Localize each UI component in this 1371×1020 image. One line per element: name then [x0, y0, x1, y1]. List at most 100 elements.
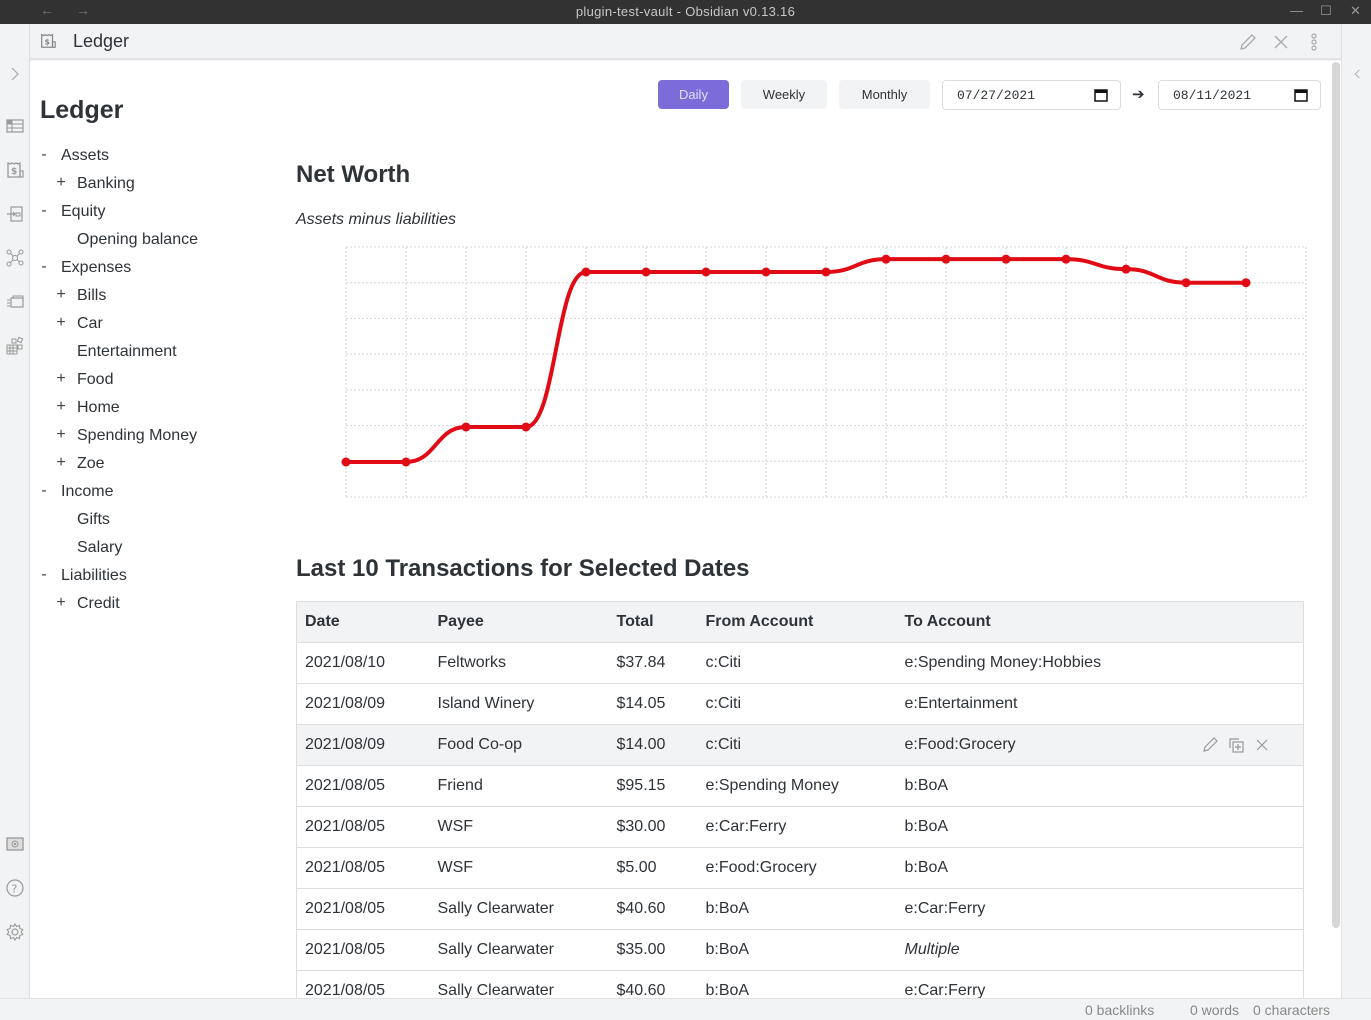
data-point[interactable] — [1061, 254, 1071, 264]
column-header-total[interactable]: Total — [608, 601, 698, 643]
expand-icon[interactable]: + — [55, 398, 67, 416]
table-icon[interactable] — [5, 116, 25, 136]
account-label: Spending Money — [77, 427, 198, 444]
cell-date: 2021/08/05 — [296, 970, 430, 998]
column-header-payee[interactable]: Payee — [429, 601, 609, 643]
cards-icon[interactable] — [5, 292, 25, 312]
collapse-icon[interactable]: - — [38, 258, 50, 276]
daily-button[interactable]: Daily — [658, 80, 729, 109]
table-row[interactable]: 2021/08/05 WSF $5.00 e:Food:Grocery b:BoA — [296, 847, 1304, 889]
account-tree-item[interactable]: + Car — [30, 311, 290, 339]
account-label: Banking — [77, 175, 135, 192]
expand-icon[interactable]: + — [55, 370, 67, 388]
collapse-icon[interactable]: - — [38, 482, 50, 500]
account-tree-item[interactable]: Salary — [30, 535, 290, 563]
expand-icon[interactable]: + — [55, 174, 67, 192]
column-header-from-account[interactable]: From Account — [697, 601, 897, 643]
account-tree-item[interactable]: + Home — [30, 395, 290, 423]
duplicate-icon[interactable] — [1227, 736, 1245, 754]
expand-icon[interactable]: + — [55, 286, 67, 304]
column-header-date[interactable]: Date — [296, 601, 430, 643]
data-point[interactable] — [761, 267, 771, 277]
account-tree-item[interactable]: + Zoe — [30, 451, 290, 479]
edit-icon[interactable] — [1201, 736, 1219, 754]
cell-to-account: e:Car:Ferry — [896, 888, 1304, 930]
close-icon[interactable] — [1271, 32, 1291, 52]
data-point[interactable] — [581, 267, 591, 277]
expand-icon[interactable]: + — [55, 454, 67, 472]
collapse-icon[interactable]: - — [38, 566, 50, 584]
table-row[interactable]: 2021/08/05 WSF $30.00 e:Car:Ferry b:BoA — [296, 806, 1304, 848]
collapse-icon[interactable]: - — [38, 202, 50, 220]
backlinks-count[interactable]: 0 backlinks — [1085, 1002, 1154, 1018]
cell-from-account: e:Spending Money — [697, 765, 897, 807]
account-tree-item[interactable]: + Banking — [30, 171, 290, 199]
account-tree-item[interactable]: Entertainment — [30, 339, 290, 367]
data-point[interactable] — [521, 422, 531, 432]
account-tree-item[interactable]: Opening balance — [30, 227, 290, 255]
content-scrollbar[interactable] — [1332, 62, 1340, 928]
table-row[interactable]: 2021/08/10 Feltworks $37.84 c:Citi e:Spendin… — [296, 642, 1304, 684]
minimize-icon[interactable]: — — [1290, 3, 1303, 18]
monthly-button[interactable]: Monthly — [839, 80, 930, 109]
data-point[interactable] — [401, 457, 411, 467]
graph-icon[interactable] — [5, 248, 25, 268]
calendar-icon[interactable] — [1294, 88, 1308, 102]
more-options-icon[interactable] — [1304, 32, 1324, 52]
calendar-icon[interactable] — [1094, 88, 1108, 102]
cell-date: 2021/08/05 — [296, 888, 430, 930]
data-point[interactable] — [1121, 264, 1131, 274]
data-point[interactable] — [1001, 254, 1011, 264]
table-row[interactable]: 2021/08/09 Food Co-op $14.00 c:Citi e:Food:G… — [296, 724, 1304, 766]
cell-to-account: e:Entertainment — [896, 683, 1304, 725]
expand-icon[interactable]: + — [55, 314, 67, 332]
collapse-icon[interactable]: - — [38, 146, 50, 164]
account-tree-item[interactable]: + Food — [30, 367, 290, 395]
weekly-button[interactable]: Weekly — [741, 80, 827, 109]
data-point[interactable] — [341, 457, 351, 467]
account-tree-item[interactable]: Gifts — [30, 507, 290, 535]
cell-from-account: b:BoA — [697, 970, 897, 998]
data-point[interactable] — [881, 254, 891, 264]
account-tree-item[interactable]: - Assets — [30, 143, 290, 171]
window-title: plugin-test-vault - Obsidian v0.13.16 — [575, 4, 796, 19]
expand-icon[interactable]: + — [55, 594, 67, 612]
data-point[interactable] — [701, 267, 711, 277]
blocks-icon[interactable] — [5, 336, 25, 356]
account-tree-item[interactable]: - Expenses — [30, 255, 290, 283]
expand-sidebar-icon[interactable] — [5, 64, 25, 84]
data-point[interactable] — [821, 267, 831, 277]
table-row[interactable]: 2021/08/09 Island Winery $14.05 c:Citi e:Ent… — [296, 683, 1304, 725]
expand-icon[interactable]: + — [55, 426, 67, 444]
window-close-icon[interactable]: ✕ — [1350, 3, 1361, 19]
account-tree-item[interactable]: - Equity — [30, 199, 290, 227]
table-row[interactable]: 2021/08/05 Sally Clearwater $40.60 b:BoA e:C… — [296, 888, 1304, 930]
settings-icon[interactable] — [5, 922, 25, 942]
edit-icon[interactable] — [1238, 32, 1258, 52]
account-tree-item[interactable]: + Credit — [30, 591, 290, 619]
import-icon[interactable] — [5, 204, 25, 224]
column-header-to-account[interactable]: To Account — [896, 601, 1304, 643]
end-date-input[interactable]: 08/11/2021 — [1158, 80, 1321, 110]
account-tree-item[interactable]: + Bills — [30, 283, 290, 311]
table-row[interactable]: 2021/08/05 Friend $95.15 e:Spending Money b:… — [296, 765, 1304, 807]
ledger-receipt-icon[interactable]: $ — [5, 160, 25, 180]
table-row[interactable]: 2021/08/05 Sally Clearwater $35.00 b:BoA Mul… — [296, 929, 1304, 971]
data-point[interactable] — [641, 267, 651, 277]
cell-to-account: b:BoA — [896, 847, 1304, 889]
table-row[interactable]: 2021/08/05 Sally Clearwater $40.60 b:BoA e:C… — [296, 970, 1304, 998]
account-tree-item[interactable]: - Liabilities — [30, 563, 290, 591]
account-tree-item[interactable]: + Spending Money — [30, 423, 290, 451]
expand-right-sidebar-icon[interactable] — [1351, 64, 1365, 89]
delete-icon[interactable] — [1253, 736, 1271, 754]
help-icon[interactable]: ? — [5, 878, 25, 898]
data-point[interactable] — [1241, 278, 1251, 288]
vault-icon[interactable] — [5, 834, 25, 854]
account-tree-item[interactable]: - Income — [30, 479, 290, 507]
transactions-heading: Last 10 Transactions for Selected Dates — [296, 555, 750, 582]
data-point[interactable] — [941, 254, 951, 264]
data-point[interactable] — [461, 422, 471, 432]
data-point[interactable] — [1181, 278, 1191, 288]
maximize-icon[interactable]: ☐ — [1320, 3, 1332, 19]
start-date-input[interactable]: 07/27/2021 — [942, 80, 1121, 110]
